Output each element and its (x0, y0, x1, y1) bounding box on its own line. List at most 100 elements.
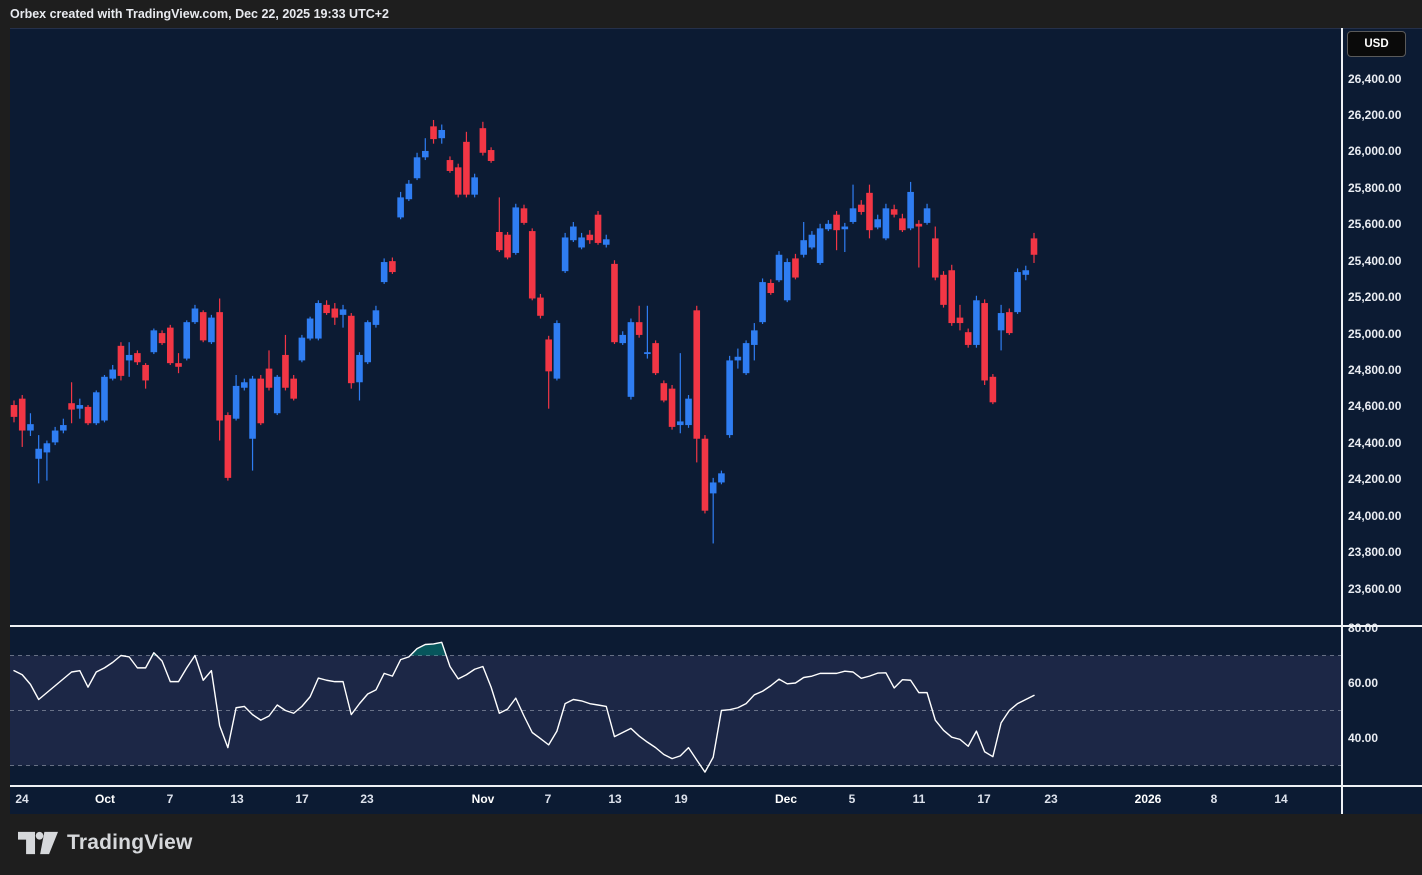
candle (759, 278, 766, 324)
candle (397, 192, 404, 219)
candle (315, 300, 322, 340)
candle (792, 254, 799, 279)
candle (241, 379, 248, 391)
candle (438, 125, 445, 144)
candle (159, 330, 166, 345)
candle (151, 329, 158, 355)
candle (726, 356, 733, 438)
candle (480, 122, 487, 156)
time-axis-label: 7 (545, 792, 552, 806)
candle (644, 306, 651, 359)
candle (842, 223, 849, 252)
candle (101, 375, 108, 422)
candle (899, 214, 906, 232)
candle (735, 349, 742, 369)
candle (809, 231, 816, 249)
price-axis-border (1341, 28, 1343, 814)
candle (323, 300, 330, 315)
candle (628, 319, 635, 400)
time-axis-label: 8 (1211, 792, 1218, 806)
candle (693, 306, 700, 463)
candle (948, 265, 955, 326)
currency-button[interactable]: USD (1347, 31, 1406, 57)
candle (27, 413, 34, 436)
candle (1006, 309, 1013, 335)
price-axis-label: 25,400.00 (1348, 254, 1401, 269)
candle (767, 279, 774, 294)
candle (776, 251, 783, 282)
candle (471, 174, 478, 198)
candle (60, 419, 67, 434)
candle (866, 185, 873, 239)
price-axis-label: 23,800.00 (1348, 545, 1401, 560)
candle (718, 471, 725, 485)
candle (874, 215, 881, 230)
candle (340, 305, 347, 328)
time-axis-label: 17 (295, 792, 308, 806)
candle (825, 220, 832, 231)
time-axis-label: Nov (472, 792, 495, 806)
candle (414, 153, 421, 180)
candle (364, 320, 371, 364)
candle (891, 205, 898, 218)
candle (998, 305, 1005, 351)
candle (68, 382, 75, 423)
price-axis-label: 25,000.00 (1348, 327, 1401, 342)
candle (611, 260, 618, 344)
candle (348, 313, 355, 389)
candle (274, 375, 281, 415)
price-axis-label: 25,200.00 (1348, 290, 1401, 305)
candle (422, 138, 429, 160)
candle (677, 353, 684, 433)
rsi-pane-canvas[interactable] (10, 627, 1341, 785)
candle (957, 305, 964, 331)
candle (907, 182, 914, 230)
price-chart-canvas[interactable] (10, 28, 1341, 625)
candle (233, 375, 240, 421)
pane-divider-bottom[interactable] (10, 785, 1422, 787)
rsi-axis-label: 40.00 (1348, 731, 1378, 746)
candle (603, 235, 610, 248)
candle (669, 385, 676, 430)
candle (257, 375, 264, 425)
price-axis-label: 26,200.00 (1348, 108, 1401, 123)
time-axis-label: 24 (15, 792, 28, 806)
candle (282, 335, 289, 391)
candle (93, 390, 100, 425)
candle (916, 220, 923, 267)
candle (685, 395, 692, 428)
candle (175, 353, 182, 373)
candle (266, 350, 273, 390)
price-axis-label: 24,400.00 (1348, 436, 1401, 451)
candle (430, 120, 437, 144)
candle (307, 317, 314, 341)
candle (406, 180, 413, 201)
candle (751, 323, 758, 360)
price-axis-label: 26,400.00 (1348, 72, 1401, 87)
tradingview-logo-icon (18, 830, 58, 856)
time-axis-label: 17 (977, 792, 990, 806)
candle (373, 306, 380, 328)
price-axis-label: 24,600.00 (1348, 399, 1401, 414)
candle (562, 233, 569, 273)
candle (192, 305, 199, 324)
tradingview-logo[interactable]: TradingView (18, 830, 193, 856)
time-axis-label: 11 (913, 792, 926, 806)
candle (512, 204, 519, 255)
candle (940, 271, 947, 307)
candle (595, 211, 602, 245)
candle (636, 306, 643, 338)
candle (299, 335, 306, 362)
candle (521, 205, 528, 225)
candle (488, 147, 495, 162)
candle (1031, 233, 1038, 263)
time-axis-label: 7 (167, 792, 174, 806)
candle (784, 258, 791, 302)
candle (965, 329, 972, 348)
rsi-axis-label: 80.00 (1348, 621, 1378, 636)
candle (225, 412, 232, 480)
candle (356, 352, 363, 400)
candle (578, 233, 585, 249)
pane-divider-top[interactable] (10, 625, 1422, 627)
candle (710, 478, 717, 544)
